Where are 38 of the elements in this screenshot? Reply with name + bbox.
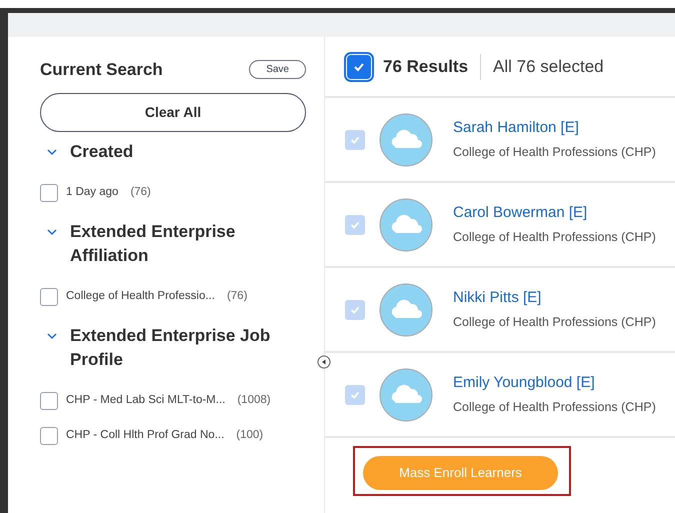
filter-count: (1008) bbox=[237, 392, 271, 408]
learner-organization: College of Health Professions (CHP) bbox=[453, 398, 656, 416]
section-title: Created bbox=[70, 140, 134, 162]
learner-organization: College of Health Professions (CHP) bbox=[453, 228, 656, 246]
filter-checkbox[interactable] bbox=[40, 426, 58, 444]
save-button[interactable]: Save bbox=[249, 60, 306, 80]
learner-organization: College of Health Professions (CHP) bbox=[453, 144, 656, 161]
row-checkbox[interactable] bbox=[345, 384, 365, 404]
filter-option-label: CHP - Coll Hlth Prof Grad No... bbox=[66, 428, 224, 443]
filter-checkbox[interactable] bbox=[40, 392, 58, 410]
select-all-checkbox[interactable] bbox=[347, 54, 371, 78]
clear-all-button[interactable]: Clear All bbox=[40, 92, 306, 132]
avatar-icon bbox=[379, 368, 433, 422]
filter-option-label: 1 Day ago bbox=[66, 184, 118, 200]
filter-checkbox[interactable] bbox=[40, 288, 58, 306]
selection-status: All 76 selected bbox=[493, 56, 604, 78]
filter-count: (76) bbox=[130, 184, 151, 200]
row-checkbox[interactable] bbox=[345, 214, 365, 234]
learner-name[interactable]: Nikki Pitts [E] bbox=[453, 287, 656, 310]
filter-option-label: College of Health Professio... bbox=[66, 288, 215, 304]
avatar-icon bbox=[379, 282, 433, 336]
learner-name[interactable]: Carol Bowerman [E] bbox=[453, 202, 656, 225]
row-checkbox[interactable] bbox=[345, 300, 365, 320]
section-title: Extended Enterprise Job Profile bbox=[70, 324, 272, 370]
collapse-icon[interactable] bbox=[317, 355, 331, 369]
panel-title: Current Search bbox=[40, 59, 163, 81]
filter-count: (76) bbox=[226, 288, 248, 304]
section-title: Extended Enterprise Affiliation bbox=[70, 220, 236, 266]
avatar-icon bbox=[379, 198, 433, 252]
learner-name[interactable]: Sarah Hamilton [E] bbox=[453, 117, 656, 140]
learner-organization: College of Health Professions (CHP) bbox=[453, 314, 656, 331]
learner-name[interactable]: Emily Youngblood [E] bbox=[453, 372, 656, 395]
row-checkbox[interactable] bbox=[345, 130, 365, 150]
filter-count: (100) bbox=[236, 428, 264, 443]
filter-checkbox[interactable] bbox=[40, 184, 58, 202]
avatar-icon bbox=[379, 112, 433, 166]
filter-option-label: CHP - Med Lab Sci MLT-to-M... bbox=[66, 392, 226, 408]
results-count: 76 Results bbox=[383, 56, 468, 78]
